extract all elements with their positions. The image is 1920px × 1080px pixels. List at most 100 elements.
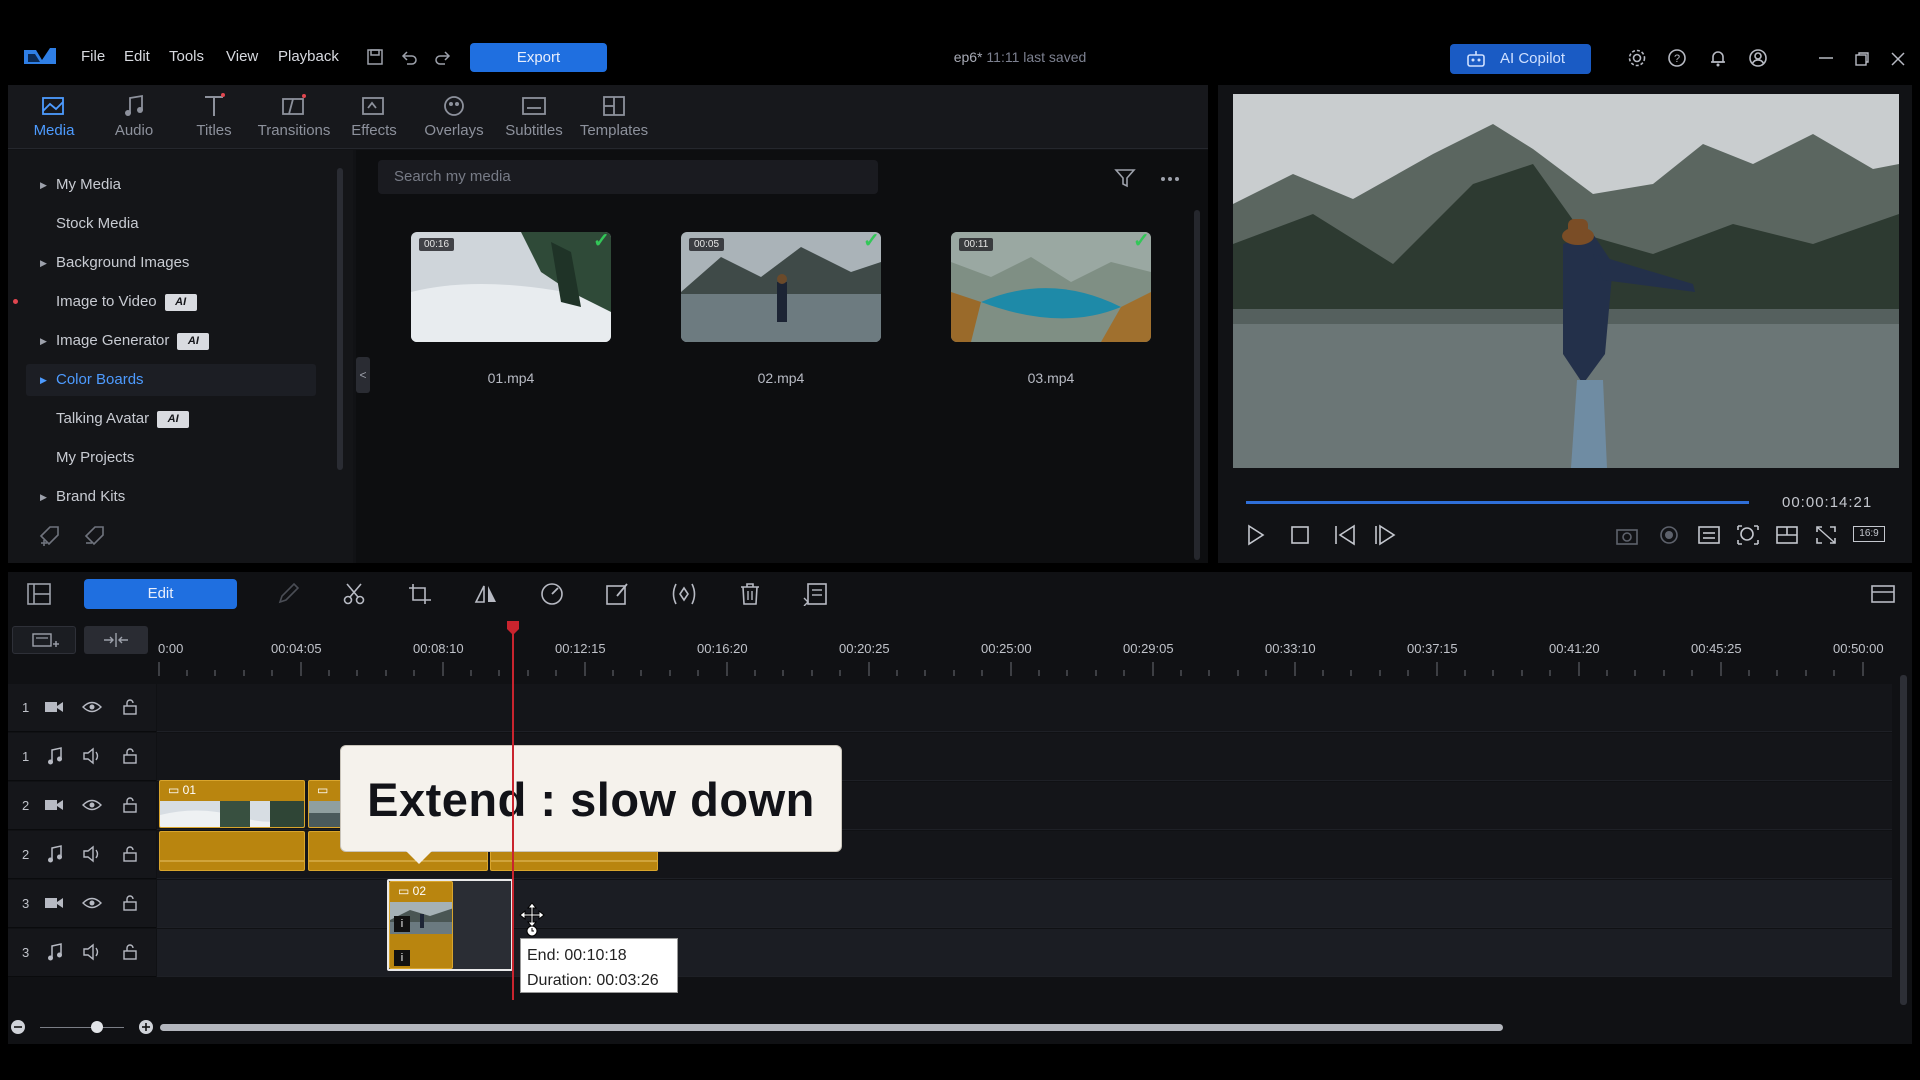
tab-media[interactable]: Media bbox=[14, 85, 94, 149]
previous-frame-icon[interactable] bbox=[1333, 524, 1357, 551]
ruler-label: 00:16:20 bbox=[697, 641, 748, 656]
menu-tools[interactable]: Tools bbox=[169, 48, 204, 65]
speed-icon[interactable] bbox=[539, 582, 565, 611]
ruler-label: 0:00 bbox=[158, 641, 184, 656]
edit-clip-icon[interactable] bbox=[605, 582, 631, 611]
add-tag-icon[interactable] bbox=[38, 524, 64, 546]
timeline-horizontal-scrollbar[interactable] bbox=[160, 1024, 1503, 1031]
next-frame-icon[interactable] bbox=[1373, 524, 1397, 551]
preview-video[interactable] bbox=[1233, 94, 1899, 468]
tab-audio[interactable]: Audio bbox=[94, 85, 174, 149]
account-icon[interactable] bbox=[1748, 48, 1768, 68]
fullscreen-icon[interactable] bbox=[1814, 524, 1838, 551]
add-track-button[interactable] bbox=[12, 626, 76, 654]
bell-icon[interactable] bbox=[1708, 48, 1728, 68]
minimize-icon[interactable] bbox=[1818, 52, 1834, 64]
preview-seekbar[interactable] bbox=[1246, 501, 1749, 504]
play-icon[interactable] bbox=[1246, 524, 1266, 551]
sidebar-item-image-to-video[interactable]: Image to Video AI bbox=[26, 286, 316, 318]
zoom-in-icon[interactable] bbox=[139, 1020, 153, 1034]
split-view-icon[interactable] bbox=[1775, 524, 1799, 551]
tab-templates[interactable]: Templates bbox=[574, 85, 654, 149]
subtitle-toggle-icon[interactable] bbox=[1697, 524, 1721, 551]
tab-audio-label: Audio bbox=[114, 122, 154, 139]
track-video-1[interactable] bbox=[157, 684, 1892, 732]
timeline-vertical-scrollbar[interactable] bbox=[1900, 675, 1907, 1005]
menu-playback[interactable]: Playback bbox=[278, 48, 339, 65]
snapshot-icon[interactable] bbox=[1615, 524, 1639, 551]
help-icon[interactable]: ? bbox=[1667, 48, 1687, 68]
stop-icon[interactable] bbox=[1290, 524, 1310, 551]
ruler-label: 00:04:05 bbox=[271, 641, 322, 656]
more-tools-icon[interactable] bbox=[802, 582, 830, 611]
scissors-icon[interactable] bbox=[341, 582, 367, 611]
tab-effects[interactable]: Effects bbox=[334, 85, 414, 149]
menu-edit[interactable]: Edit bbox=[124, 48, 150, 65]
tab-overlays[interactable]: Overlays bbox=[414, 85, 494, 149]
record-icon[interactable] bbox=[1657, 524, 1681, 551]
more-icon[interactable] bbox=[1160, 176, 1180, 182]
zoom-slider-handle[interactable] bbox=[91, 1021, 103, 1033]
ruler-label: 00:20:25 bbox=[839, 641, 890, 656]
filter-icon[interactable] bbox=[1114, 167, 1136, 189]
media-thumbnail[interactable]: 00:05 bbox=[681, 232, 881, 342]
fit-timeline-button[interactable] bbox=[84, 626, 148, 654]
media-scrollbar[interactable] bbox=[1194, 210, 1200, 560]
new-dot-icon bbox=[13, 299, 18, 304]
edit-button[interactable]: Edit bbox=[84, 579, 237, 609]
zoom-slider[interactable] bbox=[40, 1027, 124, 1028]
menu-file[interactable]: File bbox=[81, 48, 105, 65]
robot-icon bbox=[1466, 50, 1486, 68]
tab-titles[interactable]: Titles bbox=[174, 85, 254, 149]
sidebar-item-brand-kits[interactable]: ▶ Brand Kits bbox=[26, 481, 316, 513]
expand-icon: ▶ bbox=[40, 258, 47, 268]
track-header: 3 bbox=[8, 880, 156, 928]
redo-icon[interactable] bbox=[434, 48, 452, 66]
export-button[interactable]: Export bbox=[470, 43, 607, 72]
sidebar-item-talking-avatar[interactable]: Talking Avatar AI bbox=[26, 403, 316, 435]
tab-subtitles[interactable]: Subtitles bbox=[494, 85, 574, 149]
speaker-icon bbox=[83, 943, 99, 961]
sidebar-item-background-images[interactable]: ▶ Background Images bbox=[26, 247, 316, 279]
remove-tag-icon[interactable] bbox=[83, 524, 109, 546]
flip-icon[interactable] bbox=[473, 582, 499, 611]
menu-view[interactable]: View bbox=[226, 48, 258, 65]
sidebar-item-color-boards[interactable]: ▶ Color Boards bbox=[26, 364, 316, 396]
zoom-out-icon[interactable] bbox=[11, 1020, 25, 1034]
save-icon[interactable] bbox=[366, 48, 384, 66]
close-icon[interactable] bbox=[1890, 51, 1906, 67]
media-thumbnail[interactable]: 00:16 bbox=[411, 232, 611, 342]
crop-icon[interactable] bbox=[407, 582, 433, 611]
timeline-settings-icon[interactable] bbox=[1870, 582, 1896, 611]
sidebar-item-my-projects[interactable]: My Projects bbox=[26, 442, 316, 474]
pen-icon[interactable] bbox=[276, 582, 302, 611]
video-clip[interactable]: ▭ 01 bbox=[159, 780, 305, 828]
video-clip-selected[interactable]: ▭ 02 i i bbox=[389, 881, 453, 969]
sidebar-item-stock-media[interactable]: Stock Media bbox=[26, 208, 316, 240]
lock-icon bbox=[123, 748, 137, 764]
checkmark-icon: ✓ bbox=[863, 230, 880, 252]
keyframe-icon[interactable] bbox=[670, 582, 698, 611]
search-input[interactable]: Search my media bbox=[378, 160, 878, 194]
tab-transitions[interactable]: Transitions bbox=[254, 85, 334, 149]
zoom-preview-icon[interactable] bbox=[1736, 524, 1760, 551]
aspect-ratio-button[interactable]: 16:9 bbox=[1853, 526, 1885, 542]
sidebar-scrollbar[interactable] bbox=[337, 168, 343, 470]
collapse-sidebar-button[interactable]: < bbox=[356, 357, 370, 393]
trash-icon[interactable] bbox=[738, 582, 762, 611]
undo-icon[interactable] bbox=[400, 48, 418, 66]
media-thumbnail[interactable]: 00:11 bbox=[951, 232, 1151, 342]
restore-icon[interactable] bbox=[1854, 51, 1870, 67]
audio-clip[interactable] bbox=[159, 831, 305, 871]
timeline-layout-icon[interactable] bbox=[26, 582, 52, 611]
sidebar-item-my-media[interactable]: ▶ My Media bbox=[26, 169, 316, 201]
track-number: 1 bbox=[22, 700, 30, 715]
speaker-icon bbox=[83, 747, 99, 765]
track-number: 3 bbox=[22, 945, 30, 960]
tab-media-label: Media bbox=[33, 122, 75, 139]
duration-badge: 00:11 bbox=[959, 238, 994, 251]
playhead[interactable] bbox=[512, 628, 514, 1000]
sidebar-item-image-generator[interactable]: ▶ Image Generator AI bbox=[26, 325, 316, 357]
gear-icon[interactable] bbox=[1627, 48, 1647, 68]
ai-copilot-button[interactable]: AI Copilot bbox=[1450, 44, 1591, 74]
